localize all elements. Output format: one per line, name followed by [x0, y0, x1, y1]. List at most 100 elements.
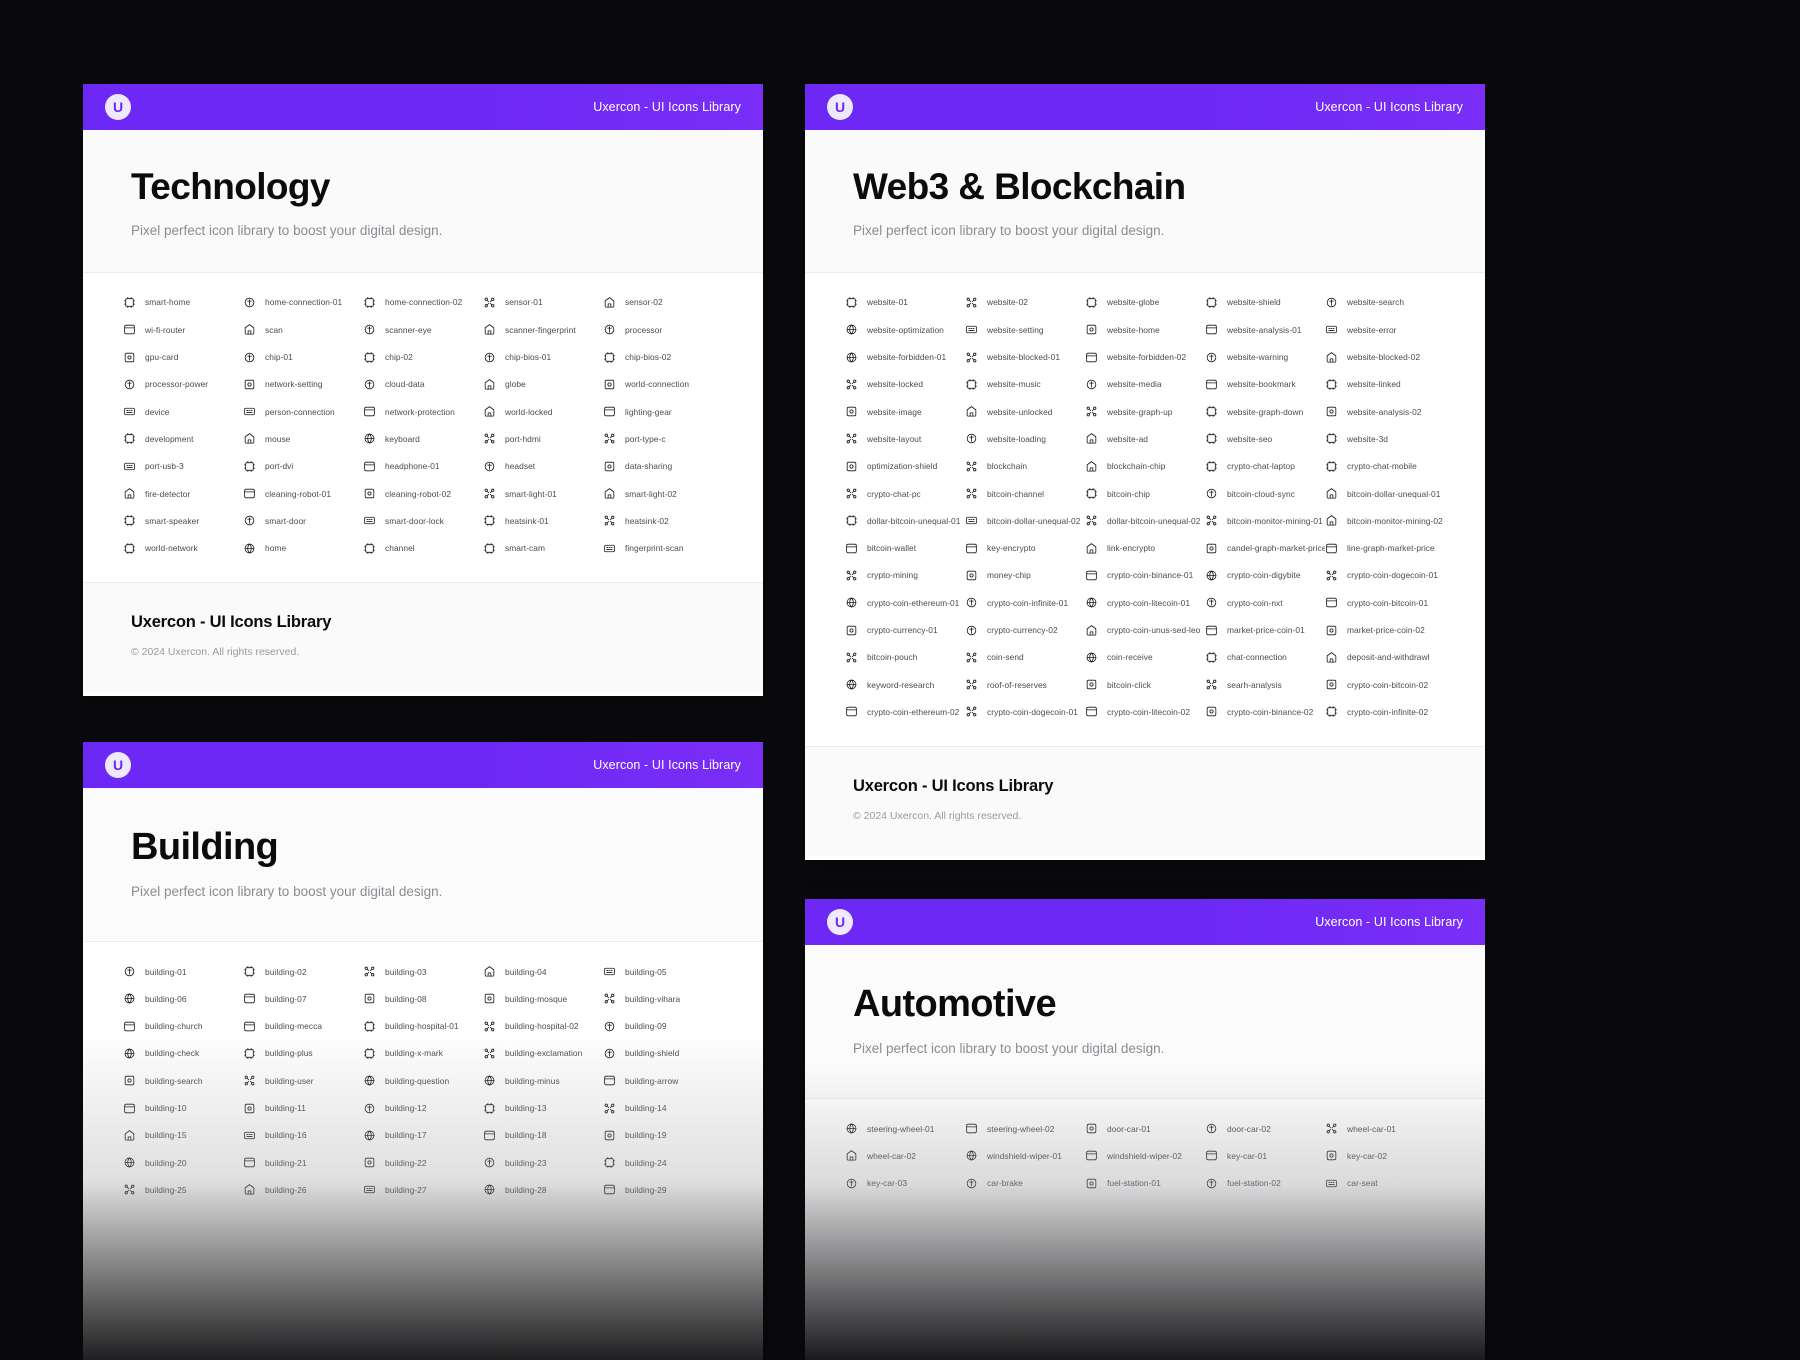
icon-item[interactable]: website-search [1325, 289, 1445, 316]
icon-item[interactable]: port-type-c [603, 425, 723, 452]
icon-item[interactable]: building-arrow [603, 1067, 723, 1094]
icon-item[interactable]: building-10 [123, 1094, 243, 1121]
icon-item[interactable]: building-23 [483, 1149, 603, 1176]
icon-item[interactable]: smart-door-lock [363, 507, 483, 534]
icon-item[interactable]: blockchain-chip [1085, 453, 1205, 480]
icon-item[interactable]: roof-of-reserves [965, 671, 1085, 698]
icon-item[interactable]: dollar-bitcoin-unequal-01 [845, 507, 965, 534]
icon-item[interactable]: cleaning-robot-02 [363, 480, 483, 507]
icon-item[interactable]: searh-analysis [1205, 671, 1325, 698]
icon-item[interactable]: building-user [243, 1067, 363, 1094]
icon-item[interactable]: key-car-03 [845, 1169, 965, 1196]
icon-item[interactable]: website-setting [965, 316, 1085, 343]
icon-item[interactable]: crypto-coin-infinite-01 [965, 589, 1085, 616]
icon-item[interactable]: website-02 [965, 289, 1085, 316]
icon-item[interactable]: fingerprint-scan [603, 535, 723, 562]
icon-item[interactable]: cloud-data [363, 371, 483, 398]
icon-item[interactable]: deposit-and-withdrawl [1325, 644, 1445, 671]
icon-item[interactable]: website-error [1325, 316, 1445, 343]
icon-item[interactable]: website-graph-down [1205, 398, 1325, 425]
icon-item[interactable]: fuel-station-01 [1085, 1169, 1205, 1196]
icon-item[interactable]: bitcoin-click [1085, 671, 1205, 698]
icon-item[interactable]: car-seat [1325, 1169, 1445, 1196]
icon-item[interactable]: key-encrypto [965, 535, 1085, 562]
icon-item[interactable]: building-mosque [483, 985, 603, 1012]
icon-item[interactable]: website-seo [1205, 425, 1325, 452]
icon-item[interactable]: building-question [363, 1067, 483, 1094]
icon-item[interactable]: website-blocked-01 [965, 343, 1085, 370]
icon-item[interactable]: crypto-coin-dogecoin-01 [965, 698, 1085, 725]
icon-item[interactable]: steering-wheel-02 [965, 1115, 1085, 1142]
icon-item[interactable]: website-forbidden-01 [845, 343, 965, 370]
icon-item[interactable]: website-3d [1325, 425, 1445, 452]
icon-item[interactable]: money-chip [965, 562, 1085, 589]
icon-item[interactable]: website-01 [845, 289, 965, 316]
icon-item[interactable]: building-plus [243, 1040, 363, 1067]
icon-item[interactable]: chip-01 [243, 343, 363, 370]
icon-item[interactable]: network-setting [243, 371, 363, 398]
icon-item[interactable]: website-loading [965, 425, 1085, 452]
icon-item[interactable]: building-05 [603, 958, 723, 985]
icon-item[interactable]: port-usb-3 [123, 453, 243, 480]
icon-item[interactable]: website-optimization [845, 316, 965, 343]
icon-item[interactable]: home [243, 535, 363, 562]
icon-item[interactable]: building-exclamation [483, 1040, 603, 1067]
icon-item[interactable]: coin-receive [1085, 644, 1205, 671]
icon-item[interactable]: processor-power [123, 371, 243, 398]
icon-item[interactable]: wheel-car-01 [1325, 1115, 1445, 1142]
icon-item[interactable]: website-analysis-01 [1205, 316, 1325, 343]
icon-item[interactable]: building-12 [363, 1094, 483, 1121]
icon-item[interactable]: building-15 [123, 1122, 243, 1149]
icon-item[interactable]: bitcoin-channel [965, 480, 1085, 507]
icon-item[interactable]: crypto-coin-litecoin-01 [1085, 589, 1205, 616]
icon-item[interactable]: market-price-coin-01 [1205, 616, 1325, 643]
icon-item[interactable]: bitcoin-monitor-mining-02 [1325, 507, 1445, 534]
icon-item[interactable]: car-brake [965, 1169, 1085, 1196]
icon-item[interactable]: data-sharing [603, 453, 723, 480]
icon-item[interactable]: building-07 [243, 985, 363, 1012]
icon-item[interactable]: building-28 [483, 1176, 603, 1203]
icon-item[interactable]: bitcoin-dollar-unequal-01 [1325, 480, 1445, 507]
icon-item[interactable]: scanner-eye [363, 316, 483, 343]
icon-item[interactable]: building-06 [123, 985, 243, 1012]
icon-item[interactable]: candel-graph-market-price [1205, 535, 1325, 562]
icon-item[interactable]: scan [243, 316, 363, 343]
icon-item[interactable]: crypto-coin-binance-02 [1205, 698, 1325, 725]
icon-item[interactable]: website-globe [1085, 289, 1205, 316]
icon-item[interactable]: key-car-01 [1205, 1142, 1325, 1169]
icon-item[interactable]: crypto-coin-ethereum-01 [845, 589, 965, 616]
icon-item[interactable]: building-03 [363, 958, 483, 985]
icon-item[interactable]: website-bookmark [1205, 371, 1325, 398]
icon-item[interactable]: crypto-coin-litecoin-02 [1085, 698, 1205, 725]
icon-item[interactable]: keyword-research [845, 671, 965, 698]
icon-item[interactable]: building-16 [243, 1122, 363, 1149]
icon-item[interactable]: fire-detector [123, 480, 243, 507]
icon-item[interactable]: smart-cam [483, 535, 603, 562]
icon-item[interactable]: blockchain [965, 453, 1085, 480]
icon-item[interactable]: person-connection [243, 398, 363, 425]
icon-item[interactable]: building-09 [603, 1012, 723, 1039]
icon-item[interactable]: crypto-currency-02 [965, 616, 1085, 643]
icon-item[interactable]: chip-bios-02 [603, 343, 723, 370]
icon-item[interactable]: bitcoin-chip [1085, 480, 1205, 507]
icon-item[interactable]: building-vihara [603, 985, 723, 1012]
icon-item[interactable]: lighting-gear [603, 398, 723, 425]
icon-item[interactable]: bitcoin-wallet [845, 535, 965, 562]
icon-item[interactable]: door-car-02 [1205, 1115, 1325, 1142]
icon-item[interactable]: building-27 [363, 1176, 483, 1203]
icon-item[interactable]: world-network [123, 535, 243, 562]
icon-item[interactable]: building-24 [603, 1149, 723, 1176]
icon-item[interactable]: link-encrypto [1085, 535, 1205, 562]
icon-item[interactable]: coin-send [965, 644, 1085, 671]
icon-item[interactable]: crypto-coin-nxt [1205, 589, 1325, 616]
icon-item[interactable]: headphone-01 [363, 453, 483, 480]
icon-item[interactable]: website-analysis-02 [1325, 398, 1445, 425]
icon-item[interactable]: crypto-coin-bitcoin-02 [1325, 671, 1445, 698]
icon-item[interactable]: market-price-coin-02 [1325, 616, 1445, 643]
icon-item[interactable]: building-13 [483, 1094, 603, 1121]
icon-item[interactable]: port-hdmi [483, 425, 603, 452]
icon-item[interactable]: smart-home [123, 289, 243, 316]
icon-item[interactable]: processor [603, 316, 723, 343]
icon-item[interactable]: building-14 [603, 1094, 723, 1121]
icon-item[interactable]: website-layout [845, 425, 965, 452]
